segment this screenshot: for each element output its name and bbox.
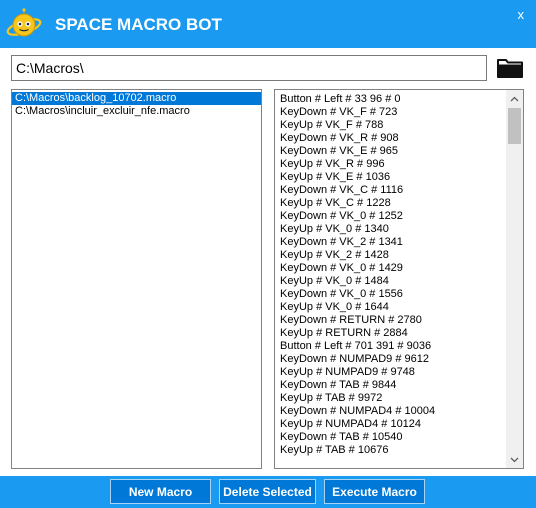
event-item[interactable]: KeyDown # VK_0 # 1556 (280, 288, 435, 301)
execute-macro-button[interactable]: Execute Macro (324, 479, 425, 504)
scroll-up-button[interactable] (506, 90, 523, 107)
macro-file-list[interactable]: C:\Macros\backlog_10702.macro C:\Macros\… (11, 89, 262, 469)
scroll-down-button[interactable] (506, 451, 523, 468)
event-lines: Button # Left # 33 96 # 0 KeyDown # VK_F … (280, 93, 435, 457)
event-item[interactable]: KeyDown # TAB # 10540 (280, 431, 435, 444)
event-item[interactable]: KeyDown # VK_C # 1116 (280, 184, 435, 197)
file-item[interactable]: C:\Macros\incluir_excluir_nfe.macro (12, 105, 261, 118)
event-item[interactable]: KeyDown # VK_E # 965 (280, 145, 435, 158)
footer-bar: New Macro Delete Selected Execute Macro (0, 476, 536, 508)
event-item[interactable]: KeyDown # VK_F # 723 (280, 106, 435, 119)
app-logo-icon (6, 8, 42, 37)
scroll-thumb[interactable] (508, 108, 521, 144)
event-item[interactable]: KeyUp # VK_0 # 1644 (280, 301, 435, 314)
macro-events-list[interactable]: Button # Left # 33 96 # 0 KeyDown # VK_F … (274, 89, 524, 469)
chevron-up-icon (510, 96, 519, 101)
event-item[interactable]: KeyUp # VK_E # 1036 (280, 171, 435, 184)
event-item[interactable]: KeyDown # NUMPAD4 # 10004 (280, 405, 435, 418)
event-item[interactable]: Button # Left # 33 96 # 0 (280, 93, 435, 106)
event-item[interactable]: KeyUp # RETURN # 2884 (280, 327, 435, 340)
event-item[interactable]: KeyDown # TAB # 9844 (280, 379, 435, 392)
event-item[interactable]: KeyDown # VK_0 # 1252 (280, 210, 435, 223)
event-item[interactable]: KeyDown # VK_0 # 1429 (280, 262, 435, 275)
chevron-down-icon (510, 457, 519, 462)
event-item[interactable]: KeyUp # NUMPAD4 # 10124 (280, 418, 435, 431)
file-item-selected[interactable]: C:\Macros\backlog_10702.macro (12, 92, 261, 105)
event-item[interactable]: Button # Left # 701 391 # 9036 (280, 340, 435, 353)
event-item[interactable]: KeyUp # VK_C # 1228 (280, 197, 435, 210)
event-item[interactable]: KeyDown # NUMPAD9 # 9612 (280, 353, 435, 366)
event-item[interactable]: KeyUp # VK_0 # 1484 (280, 275, 435, 288)
event-item[interactable]: KeyDown # RETURN # 2780 (280, 314, 435, 327)
event-item[interactable]: KeyUp # VK_F # 788 (280, 119, 435, 132)
event-item[interactable]: KeyUp # TAB # 10676 (280, 444, 435, 457)
delete-selected-button[interactable]: Delete Selected (219, 479, 316, 504)
event-item[interactable]: KeyUp # VK_R # 996 (280, 158, 435, 171)
vertical-scrollbar[interactable] (506, 90, 523, 468)
event-item[interactable]: KeyUp # VK_0 # 1340 (280, 223, 435, 236)
event-item[interactable]: KeyUp # TAB # 9972 (280, 392, 435, 405)
event-item[interactable]: KeyUp # VK_2 # 1428 (280, 249, 435, 262)
close-button[interactable]: x (518, 7, 525, 22)
event-item[interactable]: KeyDown # VK_2 # 1341 (280, 236, 435, 249)
event-item[interactable]: KeyUp # NUMPAD9 # 9748 (280, 366, 435, 379)
title-bar[interactable]: SPACE MACRO BOT x (0, 0, 536, 48)
event-item[interactable]: KeyDown # VK_R # 908 (280, 132, 435, 145)
app-window: SPACE MACRO BOT x C:\Macros\backlog_1070… (0, 0, 536, 508)
macro-path-input[interactable] (11, 55, 487, 81)
folder-icon[interactable] (496, 56, 524, 80)
window-title: SPACE MACRO BOT (55, 15, 222, 34)
new-macro-button[interactable]: New Macro (110, 479, 211, 504)
